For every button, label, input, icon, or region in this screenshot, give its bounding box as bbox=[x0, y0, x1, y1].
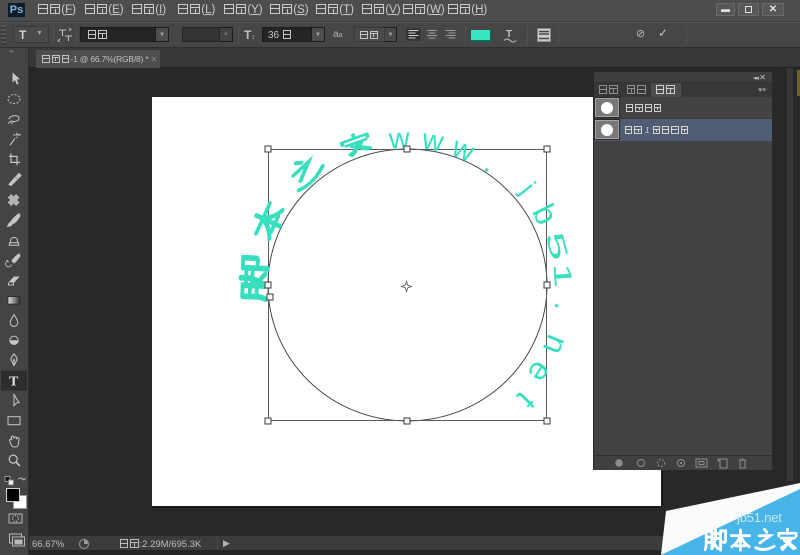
svg-text:jb51.net: jb51.net bbox=[736, 510, 782, 525]
